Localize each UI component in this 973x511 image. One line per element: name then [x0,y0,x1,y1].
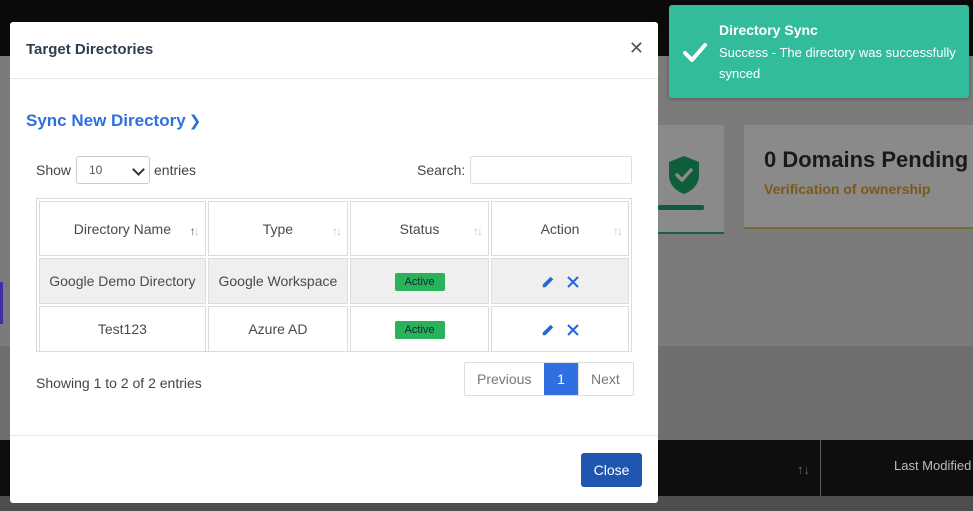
pagination: Previous 1 Next [464,362,634,396]
edit-icon[interactable] [541,273,555,290]
progress-bar [658,205,704,210]
modal-header: Target Directories ✕ [10,22,658,79]
cell-action [491,258,629,304]
table-row: Test123 Azure AD Active [39,306,629,352]
security-card [658,125,724,234]
close-button[interactable]: Close [581,453,642,487]
table-row: Google Demo Directory Google Workspace A… [39,258,629,304]
status-badge: Active [394,272,445,291]
sort-icon: ↑↓ [189,224,200,238]
sync-new-directory-link[interactable]: Sync New Directory ❯ [26,111,201,131]
sort-icon: ↑↓ [473,224,483,238]
toast-message: Success - The directory was successfully… [719,45,956,81]
toast-title: Directory Sync [719,22,818,38]
cell-directory-name: Test123 [39,306,206,352]
cell-type: Azure AD [207,306,349,352]
close-icon[interactable]: ✕ [629,38,644,59]
column-header-last-modified: Last Modified [894,458,972,473]
chevron-right-icon: ❯ [188,113,202,130]
domains-pending-card: 0 Domains Pending Verification of owners… [744,125,973,229]
check-icon [683,43,707,62]
delete-icon[interactable] [567,321,579,338]
chevron-down-icon [132,163,145,176]
sync-new-directory-label: Sync New Directory [26,111,186,130]
status-badge: Active [394,320,445,339]
cell-type: Google Workspace [207,258,349,304]
edit-icon[interactable] [541,321,555,338]
cell-status: Active [350,306,490,352]
entries-label: entries [154,162,197,178]
modal-title: Target Directories [26,41,154,58]
column-header-type[interactable]: Type ↑↓ [207,201,349,256]
sort-icon: ↑↓ [332,224,342,238]
target-directories-modal: Target Directories ✕ Sync New Directory ❯… [10,22,658,503]
column-header-directory-name[interactable]: Directory Name ↑↓ [39,201,206,256]
show-label: Show [36,162,72,178]
table-header-row: Directory Name ↑↓ Type ↑↓ Status ↑↓ Acti… [39,201,629,256]
domains-pending-subtitle: Verification of ownership [764,181,931,197]
previous-page-button[interactable]: Previous [465,363,544,395]
shield-check-icon [669,156,699,194]
entries-select-value: 10 [89,163,103,177]
sidebar-accent [0,282,3,324]
column-header-status[interactable]: Status ↑↓ [350,201,490,256]
cell-status: Active [350,258,490,304]
delete-icon[interactable] [567,273,579,290]
column-separator [820,440,821,496]
modal-footer: Close [10,435,658,504]
table-info: Showing 1 to 2 of 2 entries [36,375,202,391]
page-1-button[interactable]: 1 [544,363,578,395]
toast-notification[interactable]: Directory Sync Success - The directory w… [669,5,969,98]
next-page-button[interactable]: Next [578,363,633,395]
sort-icon: ↑↓ [797,462,810,477]
search-label: Search: [417,162,466,178]
directories-table: Directory Name ↑↓ Type ↑↓ Status ↑↓ Acti… [36,198,632,352]
column-header-action[interactable]: Action ↑↓ [491,201,629,256]
cell-action [491,306,629,352]
sort-icon: ↑↓ [613,224,623,238]
entries-per-page-select[interactable]: 10 [76,156,150,184]
search-input[interactable] [470,156,632,184]
cell-directory-name: Google Demo Directory [39,258,206,304]
domains-pending-title: 0 Domains Pending [764,147,969,172]
